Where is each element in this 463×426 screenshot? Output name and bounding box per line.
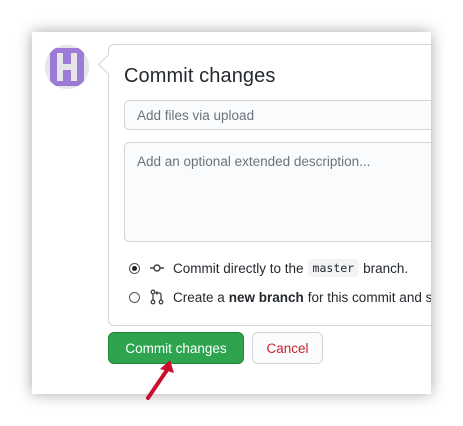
screenshot-canvas: Commit changes Commit directly to the ma…: [0, 0, 463, 426]
identicon-icon: [45, 45, 89, 89]
commit-summary-input[interactable]: [124, 100, 431, 130]
new-branch-suffix: for this commit and s: [307, 289, 431, 305]
new-branch-prefix: Create a: [173, 289, 225, 305]
commit-direct-radio[interactable]: [129, 262, 140, 274]
commit-direct-option[interactable]: Commit directly to the master branch.: [129, 259, 408, 277]
git-commit-icon: [150, 264, 164, 272]
commit-direct-prefix: Commit directly to the: [173, 260, 304, 276]
cancel-button[interactable]: Cancel: [252, 332, 323, 364]
commit-form-title: Commit changes: [124, 65, 276, 87]
commit-direct-suffix: branch.: [363, 260, 409, 276]
red-arrow-pointer-icon: [146, 360, 174, 400]
git-pull-request-icon: [150, 289, 164, 305]
new-branch-option[interactable]: Create a new branch for this commit and …: [129, 288, 431, 306]
new-branch-radio[interactable]: [129, 291, 140, 303]
new-branch-bold: new branch: [228, 289, 304, 305]
commit-dialog: Commit changes Commit directly to the ma…: [32, 32, 431, 394]
commit-description-textarea[interactable]: [124, 142, 431, 242]
user-avatar[interactable]: [45, 45, 89, 89]
branch-name-badge: master: [307, 259, 360, 277]
